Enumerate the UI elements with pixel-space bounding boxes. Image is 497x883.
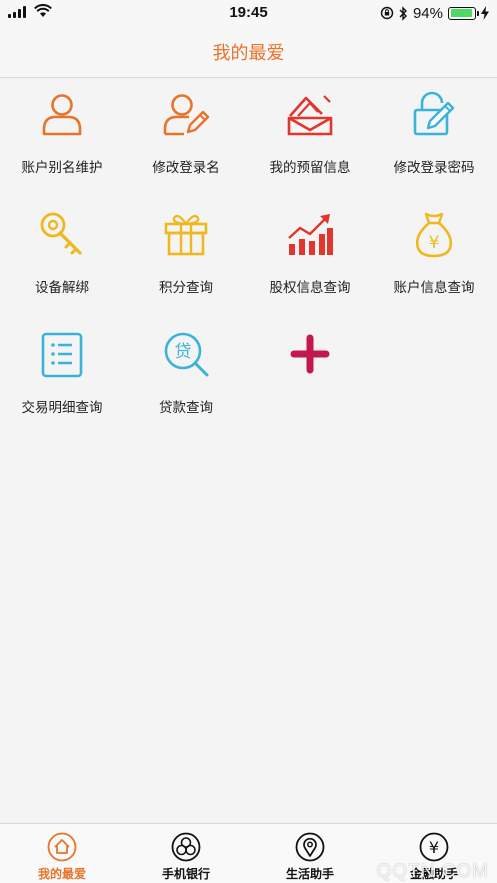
tile-equity-query[interactable]: 股权信息查询 <box>248 198 372 318</box>
add-favorite-button[interactable] <box>248 318 372 438</box>
tab-life-assistant[interactable]: 生活助手 <box>248 824 372 883</box>
yuan-icon: ¥ <box>419 832 449 862</box>
tile-points-query[interactable]: 积分查询 <box>124 198 248 318</box>
svg-text:¥: ¥ <box>429 838 439 857</box>
tile-label: 设备解绑 <box>35 280 89 296</box>
tile-label: 积分查询 <box>159 280 213 296</box>
envelope-icon <box>287 95 333 136</box>
tile-label: 账户别名维护 <box>21 160 103 176</box>
loan-search-icon: 贷 <box>164 332 209 377</box>
home-icon <box>47 832 77 862</box>
tile-label: 修改登录名 <box>152 160 220 176</box>
tab-favorites[interactable]: 我的最爱 <box>0 824 124 883</box>
charging-icon <box>481 6 489 20</box>
tab-label: 生活助手 <box>285 867 334 881</box>
battery-percent: 94% <box>412 4 443 22</box>
tab-label: 我的最爱 <box>37 867 86 881</box>
tile-transaction-query[interactable]: 交易明细查询 <box>0 318 124 438</box>
lock-edit-icon <box>413 91 455 136</box>
key-icon <box>40 212 82 255</box>
user-edit-icon <box>163 94 210 136</box>
rotation-lock-icon <box>380 6 394 20</box>
tile-label: 修改登录密码 <box>393 160 475 176</box>
bar-chart-icon <box>288 214 333 255</box>
tile-label: 交易明细查询 <box>21 400 103 416</box>
location-icon <box>295 832 325 862</box>
user-icon <box>42 94 82 136</box>
bluetooth-icon <box>399 5 407 21</box>
nav-bar: 我的最爱 <box>0 26 497 78</box>
tab-label: 手机银行 <box>161 867 210 881</box>
list-icon <box>41 332 83 378</box>
tile-account-alias[interactable]: 账户别名维护 <box>0 78 124 198</box>
money-bag-icon: ¥ <box>415 212 453 258</box>
svg-text:¥: ¥ <box>429 233 440 253</box>
tile-label: 账户信息查询 <box>393 280 475 296</box>
tile-change-password[interactable]: 修改登录密码 <box>372 78 496 198</box>
tile-label: 贷款查询 <box>159 400 213 416</box>
plus-icon <box>290 334 330 374</box>
tile-loan-query[interactable]: 贷 贷款查询 <box>124 318 248 438</box>
page-title: 我的最爱 <box>212 42 285 64</box>
tile-account-info[interactable]: ¥ 账户信息查询 <box>372 198 496 318</box>
svg-text:贷: 贷 <box>175 342 192 362</box>
tab-mobile-bank[interactable]: 手机银行 <box>124 824 248 883</box>
bank-icon <box>171 832 201 862</box>
tile-reserved-info[interactable]: 我的预留信息 <box>248 78 372 198</box>
tile-label: 我的预留信息 <box>269 160 351 176</box>
tile-change-login-name[interactable]: 修改登录名 <box>124 78 248 198</box>
tile-device-unbind[interactable]: 设备解绑 <box>0 198 124 318</box>
watermark: QQTN.COM <box>376 861 489 882</box>
status-bar: 19:45 94% <box>0 0 497 26</box>
tile-label: 股权信息查询 <box>269 280 351 296</box>
battery-icon <box>448 6 479 20</box>
gift-icon <box>164 214 208 256</box>
